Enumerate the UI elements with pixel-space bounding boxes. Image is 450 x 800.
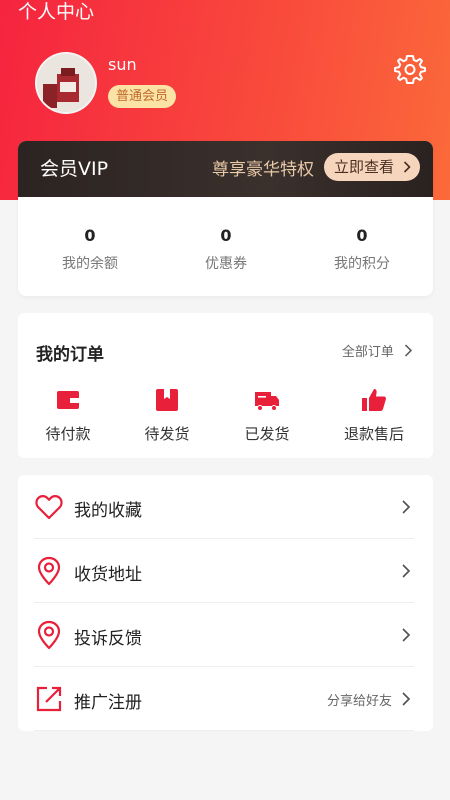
orders-card: 我的订单 全部订单 待付款 待发货 已发货 退款售后 xyxy=(18,313,433,458)
vip-card: 会员VIP 尊享豪华特权 立即查看 0 我的余额 0 优惠券 0 我的积分 xyxy=(18,141,433,296)
menu-label: 我的收藏 xyxy=(74,501,142,521)
stat-label: 优惠券 xyxy=(205,256,247,272)
all-orders-label: 全部订单 xyxy=(341,345,394,360)
chevron-right-icon xyxy=(403,161,411,173)
stat-label: 我的积分 xyxy=(334,256,390,272)
orders-title: 我的订单 xyxy=(36,345,104,365)
member-level-badge: 普通会员 xyxy=(108,85,177,108)
package-icon xyxy=(156,389,178,411)
order-label: 退款售后 xyxy=(343,425,404,443)
menu-item-address[interactable]: 收货地址 xyxy=(34,539,414,603)
stat-balance[interactable]: 0 我的余额 xyxy=(30,225,150,273)
share-out-icon xyxy=(36,686,62,712)
order-shipped[interactable]: 已发货 xyxy=(222,387,312,444)
heart-icon xyxy=(35,495,63,520)
vip-view-button[interactable]: 立即查看 xyxy=(324,153,420,181)
stat-coupons[interactable]: 0 优惠券 xyxy=(166,225,286,273)
page-title: 个人中心 xyxy=(18,1,95,23)
menu-label: 推广注册 xyxy=(74,693,142,713)
chevron-right-icon xyxy=(402,564,411,578)
wallet-icon xyxy=(57,391,79,409)
username: sun xyxy=(108,55,137,74)
menu-card: 我的收藏 收货地址 投诉反馈 推广注册 分享给好友 xyxy=(18,475,433,731)
all-orders-link[interactable]: 全部订单 xyxy=(342,341,413,360)
order-refund-aftersale[interactable]: 退款售后 xyxy=(329,387,419,444)
menu-item-favorites[interactable]: 我的收藏 xyxy=(34,475,414,539)
thumbs-up-icon xyxy=(362,389,386,411)
gear-icon[interactable] xyxy=(394,53,426,85)
truck-icon xyxy=(255,392,279,411)
order-label: 已发货 xyxy=(244,425,290,443)
menu-item-referral[interactable]: 推广注册 分享给好友 xyxy=(34,667,414,731)
chevron-right-icon xyxy=(402,692,411,706)
chevron-right-icon xyxy=(402,500,411,514)
chevron-right-icon xyxy=(404,344,413,357)
vip-banner[interactable]: 会员VIP 尊享豪华特权 立即查看 xyxy=(18,141,433,197)
stat-value: 0 xyxy=(84,226,96,245)
vip-slogan: 尊享豪华特权 xyxy=(212,160,314,180)
location-pin-icon xyxy=(37,556,61,586)
stat-value: 0 xyxy=(356,226,368,245)
menu-label: 收货地址 xyxy=(74,565,142,585)
stat-label: 我的余额 xyxy=(62,256,118,272)
location-pin-icon xyxy=(37,620,61,650)
order-label: 待发货 xyxy=(144,425,190,443)
order-pending-payment[interactable]: 待付款 xyxy=(23,387,113,444)
chevron-right-icon xyxy=(402,628,411,642)
vip-view-button-label: 立即查看 xyxy=(334,158,395,176)
order-label: 待付款 xyxy=(45,425,91,443)
menu-label: 投诉反馈 xyxy=(74,629,142,649)
vip-title: 会员VIP xyxy=(40,158,109,180)
stat-points[interactable]: 0 我的积分 xyxy=(302,225,422,273)
menu-item-feedback[interactable]: 投诉反馈 xyxy=(34,603,414,667)
order-pending-shipment[interactable]: 待发货 xyxy=(122,387,212,444)
avatar[interactable] xyxy=(35,52,97,114)
stat-value: 0 xyxy=(220,226,232,245)
share-to-friends-text: 分享给好友 xyxy=(326,694,392,709)
